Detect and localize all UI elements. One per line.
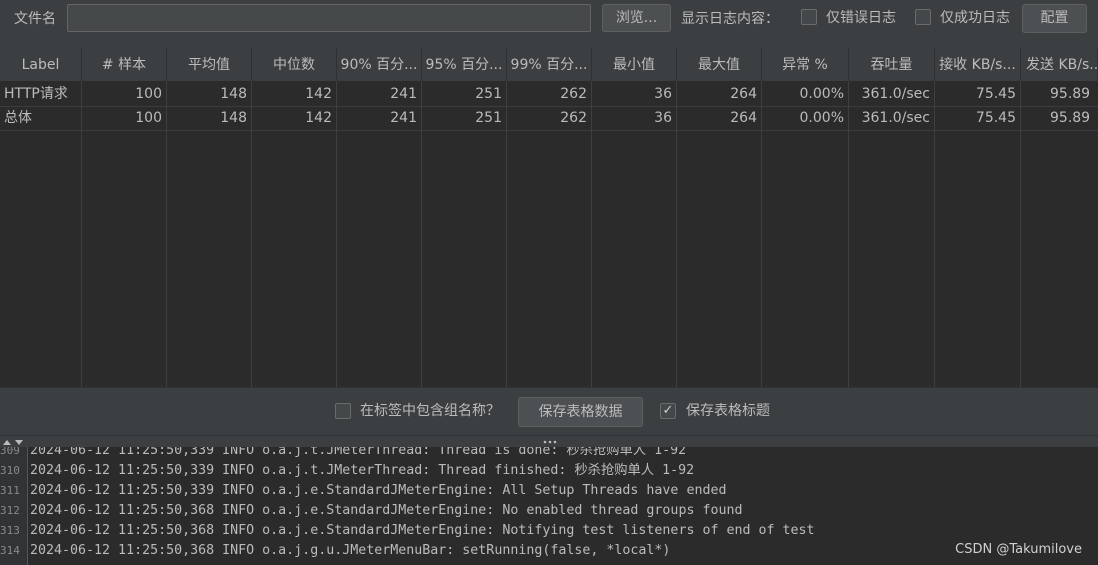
column-header-p90[interactable]: 90% 百分...	[337, 47, 422, 81]
configure-button[interactable]: 配置	[1022, 4, 1087, 33]
cell-max: 264	[730, 86, 757, 102]
cell-min: 36	[654, 86, 672, 102]
column-header-average[interactable]: 平均值	[167, 47, 252, 81]
watermark: CSDN @Takumilove	[955, 542, 1082, 557]
cell-label: HTTP请求	[4, 86, 68, 102]
line-number: 310	[0, 464, 20, 477]
cell-median: 142	[305, 86, 332, 102]
log-line: 2024-06-12 11:25:50,339 INFO o.a.j.e.Sta…	[30, 483, 727, 498]
line-number: 314	[0, 544, 20, 557]
triangle-down-icon[interactable]	[14, 438, 26, 446]
log-panel[interactable]: 309 310 311 312 313 314 2024-06-12 11:25…	[0, 447, 1098, 565]
line-number: 309	[0, 447, 20, 457]
line-number: 312	[0, 504, 20, 517]
line-number: 311	[0, 484, 20, 497]
cell-samples: 100	[135, 86, 162, 102]
cell-p90: 241	[390, 86, 417, 102]
cell-average: 148	[220, 86, 247, 102]
cell-throughput: 361.0/sec	[861, 86, 930, 102]
column-header-p99[interactable]: 99% 百分...	[507, 47, 592, 81]
cell-p95: 251	[475, 86, 502, 102]
log-content-label: 显示日志内容：	[681, 11, 779, 27]
toolbar: 文件名 浏览... 显示日志内容： 仅错误日志 仅成功日志 配置	[0, 0, 1098, 47]
log-line: 2024-06-12 11:25:50,339 INFO o.a.j.t.JMe…	[30, 447, 687, 458]
table-footer: 在标签中包含组名称？ 保存表格数据 ✓ 保存表格标题	[0, 387, 1098, 436]
success-only-checkbox[interactable]	[915, 9, 931, 25]
cell-error-pct: 0.00%	[799, 86, 844, 102]
cell-received: 75.45	[975, 110, 1016, 126]
cell-sent: 95.89	[1050, 110, 1091, 126]
column-header-label[interactable]: Label	[0, 47, 82, 81]
table-header: Label # 样本 平均值 中位数 90% 百分... 95% 百分... 9…	[0, 47, 1098, 82]
column-header-max[interactable]: 最大值	[677, 47, 762, 81]
line-number: 313	[0, 524, 20, 537]
cell-p99: 262	[560, 86, 587, 102]
table-row[interactable]: 总体 100 148 142 241 251 262 36 264 0.00% …	[0, 106, 1098, 131]
column-header-throughput[interactable]: 吞吐量	[849, 47, 935, 81]
table-row[interactable]: HTTP请求 100 148 142 241 251 262 36 264 0.…	[0, 82, 1098, 107]
column-header-error-pct[interactable]: 异常 %	[762, 47, 849, 81]
include-group-label: 在标签中包含组名称？	[360, 403, 500, 419]
save-header-label: 保存表格标题	[686, 403, 770, 419]
drag-grip-icon[interactable]	[543, 439, 559, 445]
filename-label: 文件名	[14, 11, 56, 27]
column-header-median[interactable]: 中位数	[252, 47, 337, 81]
cell-samples: 100	[135, 110, 162, 126]
errors-only-label: 仅错误日志	[826, 10, 896, 26]
cell-min: 36	[654, 110, 672, 126]
cell-received: 75.45	[975, 86, 1016, 102]
summary-table: Label # 样本 平均值 中位数 90% 百分... 95% 百分... 9…	[0, 47, 1098, 387]
cell-error-pct: 0.00%	[799, 110, 844, 126]
log-line: 2024-06-12 11:25:50,368 INFO o.a.j.e.Sta…	[30, 523, 815, 538]
cell-median: 142	[305, 110, 332, 126]
log-line: 2024-06-12 11:25:50,368 INFO o.a.j.g.u.J…	[30, 543, 671, 558]
save-table-button[interactable]: 保存表格数据	[518, 397, 643, 427]
column-header-p95[interactable]: 95% 百分...	[422, 47, 507, 81]
browse-button[interactable]: 浏览...	[602, 4, 671, 32]
cell-p90: 241	[390, 110, 417, 126]
cell-throughput: 361.0/sec	[861, 110, 930, 126]
include-group-checkbox[interactable]	[335, 403, 351, 419]
save-header-checkbox[interactable]: ✓	[660, 403, 676, 419]
column-header-samples[interactable]: # 样本	[82, 47, 167, 81]
column-header-received[interactable]: 接收 KB/s...	[935, 47, 1021, 81]
errors-only-checkbox[interactable]	[801, 9, 817, 25]
cell-average: 148	[220, 110, 247, 126]
cell-max: 264	[730, 110, 757, 126]
cell-p99: 262	[560, 110, 587, 126]
cell-label: 总体	[4, 110, 32, 126]
filename-input[interactable]	[67, 4, 591, 32]
success-only-label: 仅成功日志	[940, 10, 1010, 26]
log-line: 2024-06-12 11:25:50,339 INFO o.a.j.t.JMe…	[30, 463, 695, 478]
cell-sent: 95.89	[1050, 86, 1091, 102]
cell-p95: 251	[475, 110, 502, 126]
column-header-min[interactable]: 最小值	[592, 47, 677, 81]
checkmark-icon: ✓	[662, 403, 674, 418]
line-number-gutter: 309 310 311 312 313 314	[0, 447, 28, 565]
column-header-sent[interactable]: 发送 KB/s...	[1021, 47, 1098, 81]
log-line: 2024-06-12 11:25:50,368 INFO o.a.j.e.Sta…	[30, 503, 743, 518]
